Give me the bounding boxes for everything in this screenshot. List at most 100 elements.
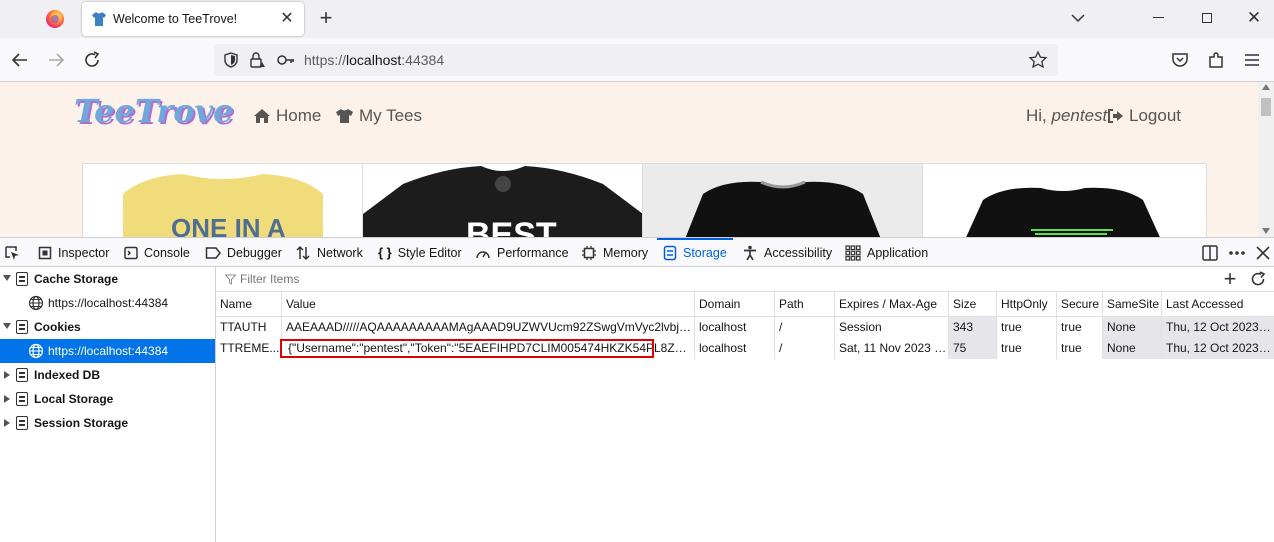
cell-last-accessed[interactable]: Thu, 12 Oct 2023 1... [1161, 317, 1274, 338]
column-header-value[interactable]: Value [281, 292, 694, 317]
forward-arrow-icon[interactable] [46, 50, 66, 70]
firefox-icon[interactable] [46, 10, 64, 28]
cell-expires[interactable]: Sat, 11 Nov 2023 1... [834, 338, 948, 359]
hamburger-menu-icon[interactable] [1242, 50, 1262, 70]
element-picker-icon[interactable] [4, 245, 20, 261]
cell-samesite[interactable]: None [1102, 338, 1161, 359]
product-card[interactable]: BEST [363, 164, 643, 237]
cell-size[interactable]: 343 [948, 317, 996, 338]
column-header-secure[interactable]: Secure [1056, 292, 1102, 317]
column-header-httponly[interactable]: HttpOnly [996, 292, 1056, 317]
tab-inspector[interactable]: Inspector [38, 238, 109, 267]
back-arrow-icon[interactable] [10, 50, 30, 70]
column-header-name[interactable]: Name [216, 292, 281, 317]
tab-accessibility[interactable]: Accessibility [742, 238, 832, 267]
new-tab-button[interactable]: + [316, 7, 336, 29]
product-card[interactable]: ONE IN A [83, 164, 363, 237]
tree-item-cookies[interactable]: Cookies [0, 315, 215, 339]
tree-item-cache-storage[interactable]: Cache Storage [0, 267, 215, 291]
refresh-icon[interactable] [1250, 271, 1266, 287]
nav-link-home[interactable]: Home [253, 106, 321, 126]
cell-path[interactable]: / [774, 317, 834, 338]
maximize-icon[interactable] [1202, 13, 1212, 23]
tab-storage[interactable]: Storage [657, 238, 733, 267]
cell-httponly[interactable]: true [996, 338, 1056, 359]
tab-debugger[interactable]: Debugger [205, 238, 282, 267]
cell-samesite[interactable]: None [1102, 317, 1161, 338]
chevron-down-icon[interactable] [1070, 11, 1086, 25]
tab-style-editor[interactable]: { } Style Editor [378, 238, 462, 267]
cell-secure[interactable]: true [1056, 338, 1102, 359]
collapsed-arrow-icon[interactable] [4, 395, 10, 403]
minimize-icon[interactable] [1153, 17, 1164, 18]
column-header-samesite[interactable]: SameSite [1102, 292, 1161, 317]
cell-name[interactable]: TTAUTH [216, 317, 281, 338]
column-header-path[interactable]: Path [774, 292, 834, 317]
column-header-size[interactable]: Size [948, 292, 996, 317]
scroll-up-arrow-icon[interactable] [1262, 84, 1270, 90]
cell-last-accessed[interactable]: Thu, 12 Oct 2023 1... [1161, 338, 1274, 359]
url-text[interactable]: https://localhost:44384 [304, 52, 444, 68]
expanded-arrow-icon[interactable] [3, 275, 11, 281]
product-card[interactable] [923, 164, 1203, 237]
filter-items-input[interactable] [240, 272, 1140, 286]
add-item-icon[interactable]: + [1221, 268, 1239, 290]
collapsed-arrow-icon[interactable] [4, 371, 10, 379]
cell-size[interactable]: 75 [948, 338, 996, 359]
cell-secure[interactable]: true [1056, 317, 1102, 338]
lock-warning-icon[interactable] [248, 51, 266, 69]
tab-memory[interactable]: Memory [581, 238, 648, 267]
cell-domain[interactable]: localhost [694, 338, 774, 359]
product-grid: ONE IN A BEST [82, 163, 1207, 237]
bookmark-star-icon[interactable] [1028, 50, 1048, 70]
cell-name[interactable]: TTREME... [216, 338, 281, 359]
tab-console[interactable]: Console [124, 238, 190, 267]
tab-performance[interactable]: Performance [475, 238, 569, 267]
cell-expires[interactable]: Session [834, 317, 948, 338]
site-logo[interactable]: TeeTrove [74, 92, 234, 130]
cell-path[interactable]: / [774, 338, 834, 359]
page-scrollbar[interactable] [1258, 82, 1274, 237]
shield-icon[interactable] [222, 51, 240, 69]
dock-side-icon[interactable] [1201, 244, 1219, 262]
tree-item-label: https://localhost:44384 [48, 344, 169, 358]
scroll-down-arrow-icon[interactable] [1262, 228, 1270, 234]
column-header-domain[interactable]: Domain [694, 292, 774, 317]
collapsed-arrow-icon[interactable] [4, 419, 10, 427]
product-card[interactable] [643, 164, 923, 237]
tree-item-cookies-origin[interactable]: https://localhost:44384 [0, 339, 215, 363]
expanded-arrow-icon[interactable] [3, 323, 11, 329]
cell-domain[interactable]: localhost [694, 317, 774, 338]
cell-value[interactable]: AAEAAAD/////AQAAAAAAAAAMAgAAAD9UZWVUcm92… [281, 317, 694, 338]
nav-link-my-tees[interactable]: My Tees [335, 106, 422, 126]
cell-httponly[interactable]: true [996, 317, 1056, 338]
key-icon[interactable] [276, 51, 296, 69]
tree-item-session-storage[interactable]: Session Storage [0, 411, 215, 435]
logout-link[interactable]: Logout [1107, 106, 1181, 126]
table-row[interactable]: TTAUTH AAEAAAD/////AQAAAAAAAAAMAgAAAD9UZ… [216, 317, 1274, 338]
tab-application[interactable]: Application [845, 238, 928, 267]
devtools-close-icon[interactable] [1254, 244, 1272, 262]
tree-item-local-storage[interactable]: Local Storage [0, 387, 215, 411]
yellow-tshirt-image: ONE IN A [123, 174, 323, 237]
column-header-expires[interactable]: Expires / Max-Age [834, 292, 948, 317]
nav-my-tees-label: My Tees [359, 106, 422, 125]
storage-tree: Cache Storage https://localhost:44384 Co… [0, 267, 216, 542]
url-bar[interactable]: https://localhost:44384 [214, 44, 1058, 76]
tab-network[interactable]: Network [295, 238, 363, 267]
table-row[interactable]: TTREME... {"Username":"pentest","Token":… [216, 338, 1274, 359]
tree-item-label: Indexed DB [34, 368, 101, 382]
database-icon [16, 416, 28, 430]
tree-item-indexed-db[interactable]: Indexed DB [0, 363, 215, 387]
column-header-last-accessed[interactable]: Last Accessed [1161, 292, 1274, 317]
tree-item-cache-origin[interactable]: https://localhost:44384 [0, 291, 215, 315]
more-options-icon[interactable] [1228, 244, 1246, 262]
scroll-thumb[interactable] [1261, 98, 1271, 116]
reload-icon[interactable] [82, 50, 102, 70]
globe-icon [28, 295, 44, 311]
tab-close-icon[interactable]: ✕ [278, 10, 296, 28]
window-close-icon[interactable]: ✕ [1244, 8, 1264, 28]
pocket-icon[interactable] [1170, 50, 1190, 70]
extensions-icon[interactable] [1206, 50, 1226, 70]
browser-tab[interactable]: Welcome to TeeTrove! ✕ [82, 2, 304, 36]
